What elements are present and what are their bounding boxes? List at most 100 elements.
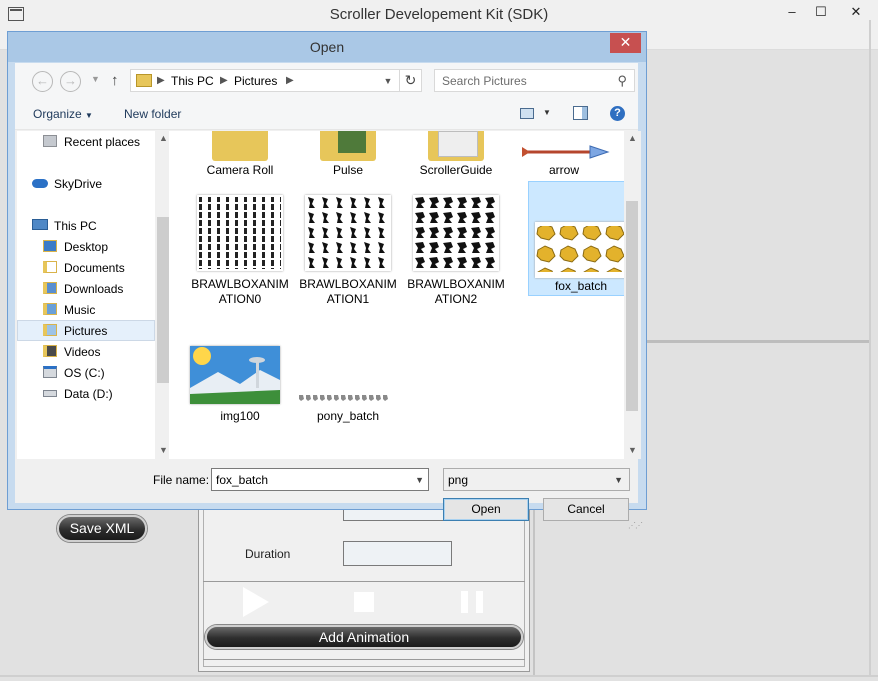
skydrive-icon <box>32 179 48 188</box>
nav-item-downloads[interactable]: Downloads <box>17 278 155 299</box>
nav-item-skydrive[interactable]: SkyDrive <box>17 173 155 194</box>
nav-item-videos[interactable]: Videos <box>17 341 155 362</box>
file-type-dropdown-icon[interactable]: ▼ <box>614 475 623 485</box>
file-name-field[interactable]: fox_batch ▼ <box>211 468 429 491</box>
file-name-dropdown-icon[interactable]: ▼ <box>415 475 424 485</box>
main-window-title: Scroller Developement Kit (SDK) <box>329 6 549 23</box>
file-type-select[interactable]: png ▼ <box>443 468 630 491</box>
image-thumbnail <box>305 195 391 271</box>
breadcrumb-chevron-icon[interactable]: ▶ <box>157 75 165 86</box>
file-name-value[interactable]: fox_batch <box>216 473 268 487</box>
file-tile-brawlboxanimation1[interactable]: BRAWLBOXANIM ATION1 <box>296 181 400 306</box>
pictures-icon <box>43 324 57 336</box>
organize-menu[interactable]: Organize ▼ <box>33 107 93 121</box>
nav-item-this-pc[interactable]: This PC <box>17 215 155 236</box>
scroll-down-icon[interactable]: ▼ <box>624 445 641 455</box>
resize-grip-icon[interactable]: ⋰⋰ <box>628 521 643 530</box>
duration-input[interactable] <box>343 541 452 566</box>
recent-places-icon <box>43 135 57 147</box>
change-view-icon[interactable] <box>520 108 534 119</box>
file-tile-brawlboxanimation0[interactable]: BRAWLBOXANIM ATION0 <box>188 181 292 306</box>
nav-item-recent-places[interactable]: Recent places <box>17 131 155 152</box>
search-input[interactable]: Search Pictures <box>442 74 527 88</box>
address-bar[interactable]: ▶ This PC ▶ Pictures ▶ ▼ ↻ <box>130 69 422 92</box>
window-border-bottom <box>0 675 878 677</box>
documents-icon <box>43 261 57 273</box>
nav-item-documents[interactable]: Documents <box>17 257 155 278</box>
duration-label: Duration <box>245 547 291 561</box>
nav-item-data-d[interactable]: Data (D:) <box>17 383 155 404</box>
organize-dropdown-icon: ▼ <box>85 111 93 120</box>
stop-icon[interactable] <box>354 592 374 612</box>
breadcrumb-chevron-icon[interactable]: ▶ <box>286 75 294 86</box>
navigation-bar: ← → ▼ ↑ ▶ This PC ▶ Pictures ▶ ▼ ↻ Searc… <box>15 63 638 97</box>
recent-locations-icon[interactable]: ▼ <box>91 74 100 84</box>
open-dialog: Open ✕ ← → ▼ ↑ ▶ This PC ▶ Pictures ▶ ▼ … <box>7 31 647 530</box>
cancel-button[interactable]: Cancel <box>543 498 629 521</box>
add-animation-button[interactable]: Add Animation <box>205 625 523 649</box>
open-button[interactable]: Open <box>443 498 529 521</box>
scrollbar-thumb[interactable] <box>626 201 638 411</box>
arrow-thumbnail <box>522 145 610 159</box>
nav-label: Documents <box>64 261 125 275</box>
sprite-sheet-thumbnail <box>535 226 627 272</box>
nav-item-desktop[interactable]: Desktop <box>17 236 155 257</box>
forward-icon[interactable]: → <box>60 71 81 92</box>
nav-item-music[interactable]: Music <box>17 299 155 320</box>
help-icon[interactable]: ? <box>610 106 625 121</box>
sprite-sheet-thumbnail <box>307 197 389 269</box>
image-thumbnail <box>190 346 280 404</box>
sprite-sheet-thumbnail <box>298 393 390 402</box>
play-icon[interactable] <box>243 587 269 617</box>
file-tile-pulse[interactable]: Pulse <box>296 131 400 181</box>
up-icon[interactable]: ↑ <box>111 72 119 89</box>
breadcrumb-pictures[interactable]: Pictures <box>234 74 277 88</box>
window-border-right <box>869 20 871 675</box>
address-dropdown-icon[interactable]: ▼ <box>379 72 397 90</box>
scrollbar-thumb[interactable] <box>157 217 169 383</box>
file-name: BRAWLBOXANIM <box>299 277 397 291</box>
sprite-sheet-thumbnail <box>199 197 281 269</box>
file-name: BRAWLBOXANIM <box>191 277 289 291</box>
drive-c-icon <box>43 366 57 378</box>
file-type-value: png <box>448 473 469 487</box>
file-name: pony_batch <box>316 409 380 423</box>
nav-item-os-c[interactable]: OS (C:) <box>17 362 155 383</box>
scroll-up-icon[interactable]: ▲ <box>624 133 641 143</box>
file-tile-pony-batch[interactable]: pony_batch <box>296 346 400 428</box>
desktop-icon <box>43 240 57 252</box>
new-folder-button[interactable]: New folder <box>124 107 181 121</box>
file-tile-camera-roll[interactable]: Camera Roll <box>188 131 292 181</box>
file-name: img100 <box>220 409 260 423</box>
file-name: arrow <box>548 163 579 177</box>
dialog-close-button[interactable]: ✕ <box>610 33 641 53</box>
view-dropdown-icon[interactable]: ▼ <box>543 108 551 117</box>
navigation-pane: Recent places SkyDrive This PC Desktop D… <box>17 131 167 459</box>
folder-icon <box>212 131 268 161</box>
main-titlebar: Scroller Developement Kit (SDK) – ☐ ✕ <box>0 0 878 30</box>
file-tile-arrow[interactable]: arrow <box>512 131 616 181</box>
maximize-button[interactable]: ☐ <box>808 0 834 24</box>
nav-label: Downloads <box>64 282 124 296</box>
minimize-button[interactable]: – <box>779 0 805 24</box>
breadcrumb-chevron-icon[interactable]: ▶ <box>220 75 228 86</box>
breadcrumb-this-pc[interactable]: This PC <box>171 74 214 88</box>
file-name-label: File name: <box>153 473 210 487</box>
file-list-scrollbar[interactable]: ▲ ▼ <box>624 131 641 459</box>
nav-item-pictures[interactable]: Pictures <box>17 320 155 341</box>
back-icon[interactable]: ← <box>32 71 53 92</box>
file-tile-img100[interactable]: img100 <box>188 346 292 428</box>
save-xml-button[interactable]: Save XML <box>57 515 147 542</box>
file-tile-brawlboxanimation2[interactable]: BRAWLBOXANIM ATION2 <box>404 181 508 306</box>
file-tile-fox-batch[interactable]: fox_batch <box>528 181 632 296</box>
preview-pane-icon[interactable] <box>573 106 588 120</box>
organize-label: Organize <box>33 107 82 121</box>
search-icon[interactable]: ⚲ <box>617 73 627 89</box>
pause-icon[interactable] <box>461 591 483 613</box>
refresh-icon[interactable]: ↻ <box>399 70 421 91</box>
file-tile-scrollerguide[interactable]: ScrollerGuide <box>404 131 508 181</box>
nav-label: OS (C:) <box>64 366 105 380</box>
nav-label: This PC <box>54 219 97 233</box>
search-box[interactable]: Search Pictures ⚲ <box>434 69 635 92</box>
nav-label: Recent places <box>64 135 141 149</box>
